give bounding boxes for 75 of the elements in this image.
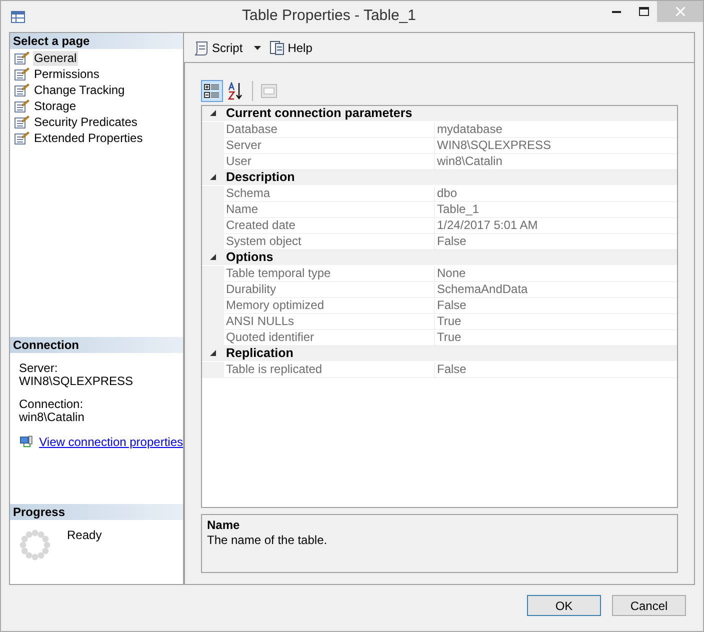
property-pages-icon <box>261 84 277 98</box>
sort-alphabetical-icon <box>228 82 244 100</box>
page-item[interactable]: General <box>33 50 78 66</box>
view-connection-link[interactable]: View connection properties <box>39 433 183 451</box>
page-item[interactable]: Permissions <box>33 66 100 82</box>
property-page-icon <box>14 131 30 145</box>
property-name: Quoted identifier <box>224 330 435 345</box>
description-title: Name <box>207 518 241 532</box>
scroll-icon <box>193 40 209 56</box>
property-value: False <box>436 234 468 249</box>
categorized-icon <box>204 82 220 98</box>
page-item[interactable]: Storage <box>33 98 78 114</box>
collapse-triangle-icon <box>210 174 216 181</box>
section-header: Connection <box>10 337 183 353</box>
computer-icon <box>20 434 34 450</box>
category-header: Options <box>225 249 274 266</box>
window-title: Table Properties - Table_1 <box>241 6 417 26</box>
property-value: mydatabase <box>436 122 504 137</box>
spinner-icon <box>19 529 51 561</box>
collapse-triangle-icon <box>210 110 216 117</box>
property-value: True <box>436 330 462 345</box>
property-value: dbo <box>436 186 458 201</box>
property-name: System object <box>224 234 435 249</box>
dialog-button[interactable]: Cancel <box>612 595 686 616</box>
progress-status: Ready <box>67 527 102 544</box>
property-value: None <box>436 266 467 281</box>
property-value: Table_1 <box>436 202 480 217</box>
dialog-button[interactable]: OK <box>527 595 601 616</box>
minimize-icon <box>612 10 621 12</box>
collapse-triangle-icon <box>210 254 216 261</box>
connection-label: Connection: <box>19 398 84 411</box>
property-page-icon <box>14 51 30 65</box>
property-name: User <box>224 154 435 169</box>
property-value: False <box>436 298 468 313</box>
category-header: Replication <box>225 345 294 362</box>
property-page-icon <box>14 115 30 129</box>
help-document-icon <box>268 40 285 56</box>
property-page-icon <box>14 83 30 97</box>
property-value: False <box>436 362 468 377</box>
property-name: Name <box>224 202 435 217</box>
property-name: Database <box>224 122 435 137</box>
property-value: 1/24/2017 5:01 AM <box>436 218 539 233</box>
section-header: Select a page <box>10 33 183 49</box>
property-page-icon <box>14 99 30 113</box>
server-label: Server: <box>19 362 59 375</box>
property-value: WIN8\SQLEXPRESS <box>436 138 552 153</box>
property-name: Server <box>224 138 435 153</box>
server-value: WIN8\SQLEXPRESS <box>19 375 134 388</box>
property-value: True <box>436 314 462 329</box>
script-button[interactable]: Script <box>192 36 262 58</box>
property-value: SchemaAndData <box>436 282 529 297</box>
page-item[interactable]: Extended Properties <box>33 130 144 146</box>
property-name: Durability <box>224 282 435 297</box>
category-header: Current connection parameters <box>225 105 412 122</box>
property-name: Created date <box>224 218 435 233</box>
help-button[interactable]: Help <box>268 36 314 58</box>
property-page-icon <box>14 67 30 81</box>
caret-icon <box>254 46 261 50</box>
property-name: ANSI NULLs <box>224 314 435 329</box>
section-header: Progress <box>10 504 183 520</box>
maximize-icon <box>638 7 648 16</box>
page-item[interactable]: Security Predicates <box>33 114 138 130</box>
property-value: win8\Catalin <box>436 154 504 169</box>
property-name: Table temporal type <box>224 266 435 281</box>
description-text: The name of the table. <box>207 532 328 548</box>
table-icon <box>11 10 25 22</box>
collapse-triangle-icon <box>210 350 216 357</box>
close-icon <box>676 7 684 16</box>
categorized-button[interactable] <box>201 80 223 102</box>
property-name: Memory optimized <box>224 298 435 313</box>
connection-value: win8\Catalin <box>19 411 86 424</box>
property-name: Table is replicated <box>224 362 435 377</box>
category-header: Description <box>225 169 295 186</box>
page-item[interactable]: Change Tracking <box>33 82 126 98</box>
property-name: Schema <box>224 186 435 201</box>
